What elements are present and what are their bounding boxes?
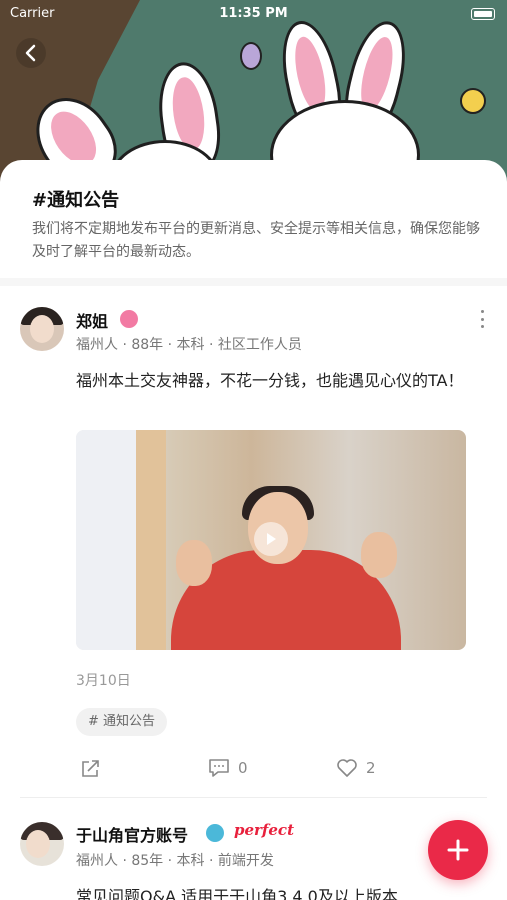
user-badge-icon — [206, 824, 224, 842]
comment-count: 0 — [238, 759, 248, 777]
video-thumbnail[interactable] — [76, 430, 466, 650]
battery-icon — [471, 8, 495, 20]
user-meta: 福州人 · 85年 · 本科 · 前端开发 — [76, 853, 274, 869]
avatar[interactable] — [20, 822, 64, 866]
chevron-left-icon — [25, 44, 36, 62]
post-text[interactable]: 福州本土交友神器，不花一分钱，也能遇见心仪的TA！ — [76, 368, 486, 394]
comment-icon — [209, 759, 229, 777]
heart-icon — [337, 759, 357, 777]
section-separator — [0, 278, 507, 286]
post-date: 3月10日 — [76, 673, 131, 689]
perfect-badge: perfect — [234, 821, 294, 839]
user-meta: 福州人 · 88年 · 本科 · 社区工作人员 — [76, 337, 302, 353]
content-sheet: #通知公告 我们将不定期地发布平台的更新消息、安全提示等相关信息，确保您能够及时… — [0, 160, 507, 900]
comment-button[interactable]: 0 — [208, 758, 248, 778]
user-badge-icon — [120, 310, 138, 328]
avatar[interactable] — [20, 307, 64, 351]
user-name[interactable]: 于山角官方账号 — [76, 822, 188, 846]
more-options-button[interactable] — [479, 310, 485, 328]
share-button[interactable] — [80, 758, 102, 778]
ornament-illustration — [460, 88, 486, 114]
add-post-button[interactable] — [428, 820, 488, 880]
topic-description: 我们将不定期地发布平台的更新消息、安全提示等相关信息，确保您能够及时了解平台的最… — [32, 221, 480, 260]
clock: 11:35 PM — [219, 6, 288, 21]
more-vertical-icon — [480, 310, 484, 313]
share-icon — [82, 760, 99, 777]
post-text[interactable]: 常见问题Q&A 适用于于山角3.4.0及以上版本 — [76, 884, 486, 900]
like-count: 2 — [366, 759, 376, 777]
ornament-illustration — [240, 42, 262, 70]
like-button[interactable]: 2 — [336, 758, 376, 778]
topic-tag[interactable]: # 通知公告 — [76, 708, 168, 736]
user-name[interactable]: 郑姐 — [76, 308, 108, 332]
plus-icon — [447, 839, 469, 861]
post-divider — [20, 797, 487, 798]
back-button[interactable] — [16, 38, 46, 68]
play-icon[interactable] — [254, 522, 288, 556]
topic-title: #通知公告 — [32, 190, 120, 211]
status-bar: Carrier 11:35 PM — [0, 0, 507, 28]
